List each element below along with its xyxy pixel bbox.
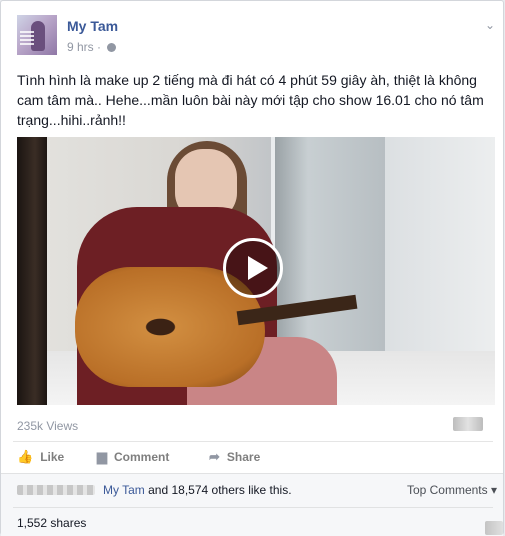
- video-door: [271, 137, 385, 352]
- avatar[interactable]: [17, 15, 57, 55]
- share-label: Share: [226, 450, 261, 464]
- avatar-text-graphic: [20, 31, 34, 45]
- author-name[interactable]: My Tam: [67, 18, 118, 34]
- video-player[interactable]: [17, 137, 495, 405]
- comment-bubble-icon: ▆: [97, 449, 107, 464]
- share-arrow-icon: ➦: [209, 449, 220, 464]
- globe-icon: [107, 43, 117, 52]
- like-button[interactable]: 👍 Like: [17, 449, 64, 465]
- blurred-avatar: [485, 521, 503, 535]
- share-button[interactable]: ➦ Share: [209, 449, 260, 465]
- comment-label: Comment: [114, 450, 170, 464]
- comment-button[interactable]: ▆ Comment: [97, 449, 169, 465]
- post-time[interactable]: 9 hrs: [67, 40, 94, 54]
- video-bedpost: [17, 137, 47, 405]
- likes-summary: My Tam and 18,574 others like this. Top …: [17, 483, 497, 499]
- blurred-liker-avatars: [17, 485, 95, 495]
- play-button-icon[interactable]: [223, 238, 283, 298]
- divider: [13, 507, 493, 508]
- post-meta: 9 hrs ·: [67, 40, 117, 54]
- likes-text[interactable]: My Tam and 18,574 others like this.: [103, 483, 292, 497]
- chevron-down-icon[interactable]: ⌄: [485, 18, 495, 32]
- post-text: Tình hình là make up 2 tiếng mà đi hát c…: [17, 72, 484, 128]
- likes-count-text: and 18,574 others like this.: [144, 483, 292, 497]
- likes-name-link[interactable]: My Tam: [103, 483, 145, 497]
- like-label: Like: [40, 450, 65, 464]
- shares-count[interactable]: 1,552 shares: [17, 516, 86, 530]
- divider: [13, 441, 493, 442]
- post-header: My Tam 9 hrs ·: [17, 15, 487, 59]
- blurred-thumbnail: [453, 417, 483, 431]
- video-views: 235k Views: [17, 419, 79, 433]
- post-card: My Tam 9 hrs · ⌄ Tình hình là make up 2 …: [0, 0, 504, 536]
- top-comments-dropdown[interactable]: Top Comments ▾: [407, 483, 497, 497]
- thumbs-up-icon: 👍: [17, 449, 34, 464]
